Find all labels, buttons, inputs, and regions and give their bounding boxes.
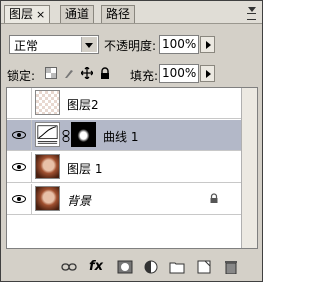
fill-field[interactable]: 100% <box>159 64 199 83</box>
tab-channels-label: 通道 <box>65 7 90 21</box>
eye-icon <box>12 195 26 203</box>
tab-paths-label: 路径 <box>106 7 131 21</box>
lock-transparent-icon[interactable] <box>45 67 57 79</box>
layer-thumbnail <box>35 154 60 179</box>
blend-mode-value: 正常 <box>14 39 39 53</box>
opacity-slider-button[interactable] <box>200 36 215 53</box>
link-icon[interactable] <box>61 260 77 274</box>
lock-position-move-icon[interactable] <box>81 67 93 79</box>
fx-icon[interactable]: fx <box>89 260 105 274</box>
visibility-toggle[interactable] <box>7 88 32 118</box>
close-icon[interactable]: × <box>36 8 45 21</box>
layers-panel: 图层 × 通道 路径 正常 不透明度: 100% 锁定: 填充: 100% 图层… <box>0 0 263 282</box>
layer-row-background[interactable]: 背景 <box>7 184 241 215</box>
layers-list: 图层2 曲线 1 图层 1 背景 <box>6 87 258 249</box>
layer-name[interactable]: 曲线 1 <box>103 128 138 145</box>
tab-bar: 图层 × 通道 路径 <box>1 1 262 24</box>
layer-name[interactable]: 图层2 <box>67 96 99 113</box>
padlock-icon <box>210 193 218 203</box>
new-group-icon[interactable] <box>169 260 185 274</box>
blend-mode-select[interactable]: 正常 <box>9 35 99 54</box>
lock-all-icon[interactable] <box>99 67 111 79</box>
bottom-toolbar: fx <box>1 253 262 281</box>
tab-layers[interactable]: 图层 × <box>4 5 51 23</box>
tab-layers-label: 图层 <box>9 7 34 21</box>
opacity-label: 不透明度: <box>104 39 157 53</box>
chevron-down-icon[interactable] <box>81 37 97 52</box>
layer-row-layer2[interactable]: 图层2 <box>7 88 241 119</box>
eye-icon <box>12 163 26 171</box>
mask-link-icon[interactable] <box>62 130 70 142</box>
visibility-toggle[interactable] <box>7 120 32 150</box>
trash-icon[interactable] <box>223 260 239 274</box>
visibility-toggle[interactable] <box>7 152 32 182</box>
curves-adjustment-icon <box>35 122 60 147</box>
add-mask-icon[interactable] <box>117 260 133 274</box>
adjustment-layer-icon[interactable] <box>144 260 160 274</box>
panel-menu-icon[interactable] <box>242 5 258 20</box>
fill-slider-button[interactable] <box>200 65 215 82</box>
lock-pixels-brush-icon[interactable] <box>63 67 75 79</box>
layer-row-curves1[interactable]: 曲线 1 <box>7 120 241 151</box>
layer-name[interactable]: 背景 <box>67 192 91 209</box>
lock-label: 锁定: <box>7 69 36 83</box>
layer-thumbnail <box>35 186 60 211</box>
layer-name[interactable]: 图层 1 <box>67 160 102 177</box>
tab-paths[interactable]: 路径 <box>101 5 136 23</box>
opacity-field[interactable]: 100% <box>159 35 199 54</box>
tab-channels[interactable]: 通道 <box>60 5 95 23</box>
fill-label: 填充: <box>130 69 159 83</box>
new-layer-icon[interactable] <box>196 260 212 274</box>
scrollbar[interactable] <box>241 88 257 248</box>
eye-icon <box>12 131 26 139</box>
visibility-toggle[interactable] <box>7 184 32 214</box>
layer-row-layer1[interactable]: 图层 1 <box>7 152 241 183</box>
layer-mask-thumbnail[interactable] <box>71 122 96 147</box>
layer-thumbnail <box>35 90 60 115</box>
